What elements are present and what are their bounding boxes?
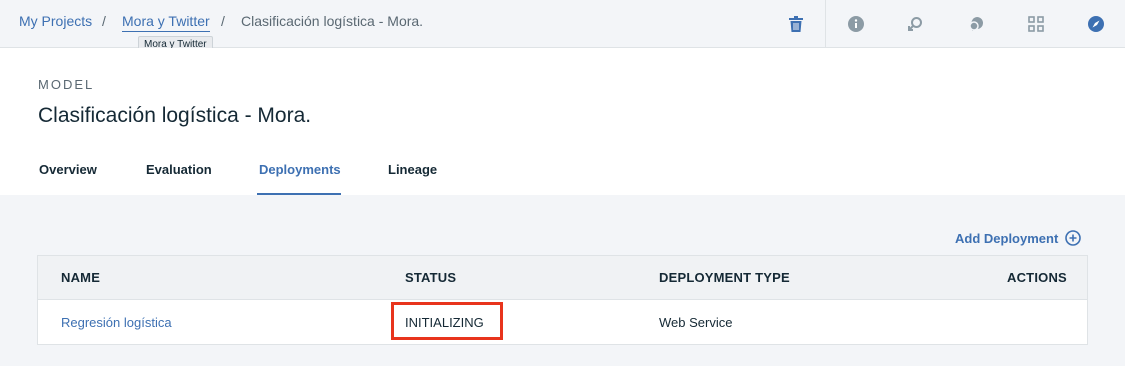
column-header-actions: ACTIONS	[1007, 270, 1067, 285]
column-header-deployment-type: DEPLOYMENT TYPE	[659, 270, 790, 285]
deployment-type: Web Service	[659, 315, 733, 330]
toolbar-divider	[825, 0, 826, 48]
table-header: NAME STATUS DEPLOYMENT TYPE ACTIONS	[38, 256, 1087, 300]
breadcrumb-separator: /	[102, 13, 106, 29]
tab-deployments[interactable]: Deployments	[259, 162, 341, 177]
model-header: MODEL Clasificación logística - Mora. Ov…	[0, 48, 1125, 195]
breadcrumb-my-projects[interactable]: My Projects	[19, 13, 92, 29]
info-icon[interactable]	[846, 14, 866, 34]
page-title: Clasificación logística - Mora.	[38, 104, 312, 127]
breadcrumb-current: Clasificación logística - Mora.	[241, 13, 424, 29]
page-eyebrow: MODEL	[38, 77, 95, 92]
breadcrumb-project[interactable]: Mora y Twitter	[122, 13, 210, 32]
breadcrumb-separator: /	[221, 13, 225, 29]
deployments-table: NAME STATUS DEPLOYMENT TYPE ACTIONS Regr…	[37, 255, 1088, 345]
compass-icon[interactable]	[1086, 14, 1106, 34]
column-header-name: NAME	[61, 270, 101, 285]
table-row: Regresión logística INITIALIZING Web Ser…	[38, 300, 1087, 344]
tab-lineage[interactable]: Lineage	[388, 162, 437, 177]
tab-overview[interactable]: Overview	[39, 162, 97, 177]
comments-icon[interactable]	[966, 14, 986, 34]
add-deployment-button[interactable]: Add Deployment	[955, 228, 1082, 248]
tab-evaluation[interactable]: Evaluation	[146, 162, 212, 177]
rollback-icon[interactable]	[905, 14, 925, 34]
deployment-name-link[interactable]: Regresión logística	[61, 315, 172, 330]
add-circle-icon	[1065, 230, 1082, 246]
deployment-status: INITIALIZING	[405, 315, 484, 330]
trash-icon[interactable]	[786, 14, 806, 34]
column-header-status: STATUS	[405, 270, 457, 285]
add-deployment-label: Add Deployment	[955, 230, 1059, 246]
assets-icon[interactable]	[1026, 14, 1046, 34]
active-tab-indicator	[257, 193, 341, 195]
